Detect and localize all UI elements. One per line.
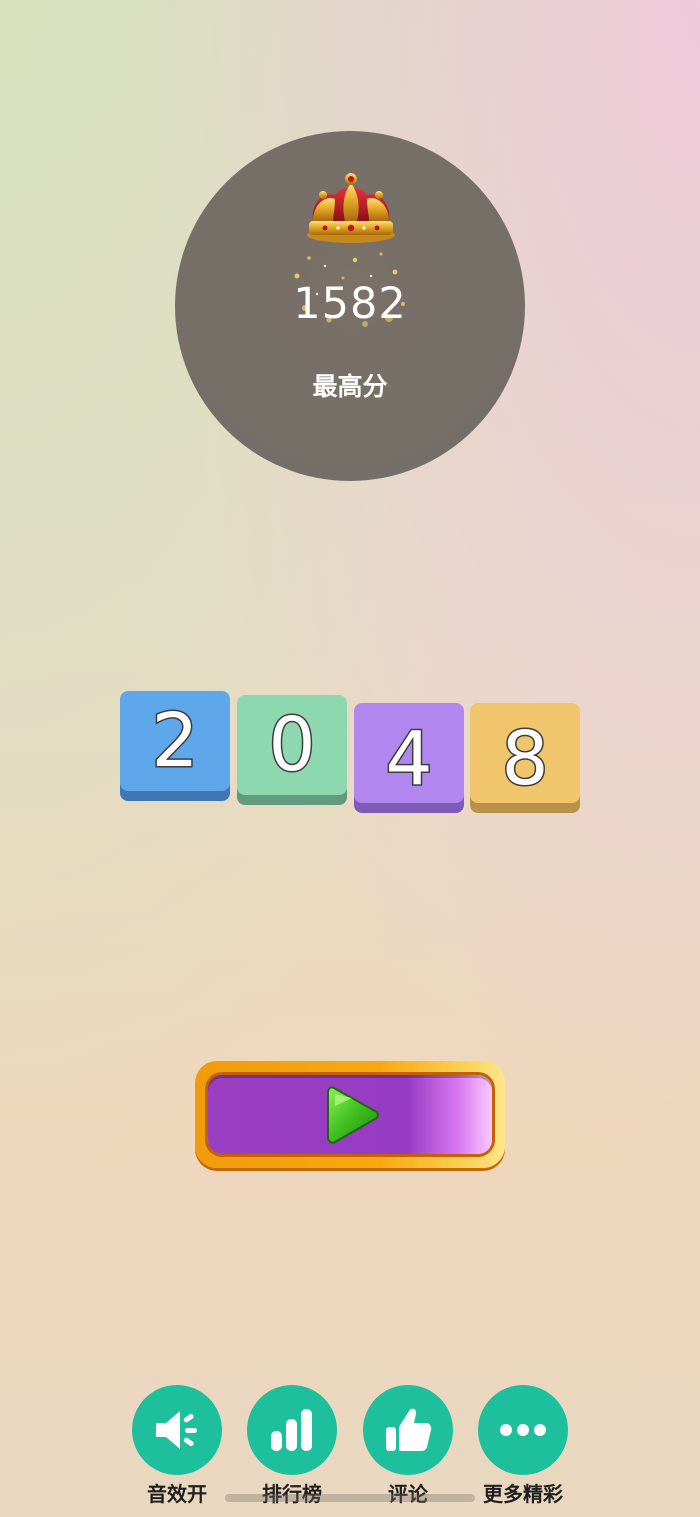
best-score-label: 最高分 [312,372,388,401]
tile-face [237,695,347,795]
more-circle [478,1385,568,1475]
sound-toggle-label: 音效开 [147,1482,207,1506]
best-score-panel: 1582 最高分 [175,131,525,481]
tile-digit: 8 [500,716,550,803]
play-icon [327,1086,379,1144]
tile-shadow [237,705,347,805]
best-score-value: 1582 [293,279,407,329]
logo-tile-8: 8 [470,703,580,813]
logo-tile-0: 0 [237,695,347,805]
tile-face [470,703,580,803]
leaderboard-icon [271,1409,312,1451]
review-circle [363,1385,453,1475]
leaderboard-button[interactable]: 排行榜 [247,1385,337,1506]
tile-digit: 2 [150,698,200,785]
home-indicator[interactable] [225,1494,475,1502]
logo-tile-4: 4 [354,703,464,813]
play-button-inner [208,1075,492,1154]
tile-shadow [354,713,464,813]
tile-digit: 0 [267,702,317,789]
more-button[interactable]: 更多精彩 [478,1385,568,1506]
review-button[interactable]: 评论 [363,1385,453,1506]
more-label: 更多精彩 [483,1482,563,1506]
logo-tile-2: 2 [120,691,230,801]
tile-digit: 4 [384,716,434,803]
tile-shadow [120,701,230,801]
sound-on-icon [156,1411,197,1449]
leaderboard-label: 排行榜 [262,1482,322,1506]
leaderboard-circle [247,1385,337,1475]
sound-toggle-button[interactable]: 音效开 [132,1385,222,1506]
tile-face [120,691,230,791]
more-icon [500,1424,546,1436]
review-label: 评论 [388,1482,428,1506]
sound-toggle-circle [132,1385,222,1475]
tile-face [354,703,464,803]
crown-icon [307,173,395,243]
tile-shadow [470,713,580,813]
thumbs-up-icon [386,1408,432,1451]
play-button[interactable] [195,1061,505,1168]
